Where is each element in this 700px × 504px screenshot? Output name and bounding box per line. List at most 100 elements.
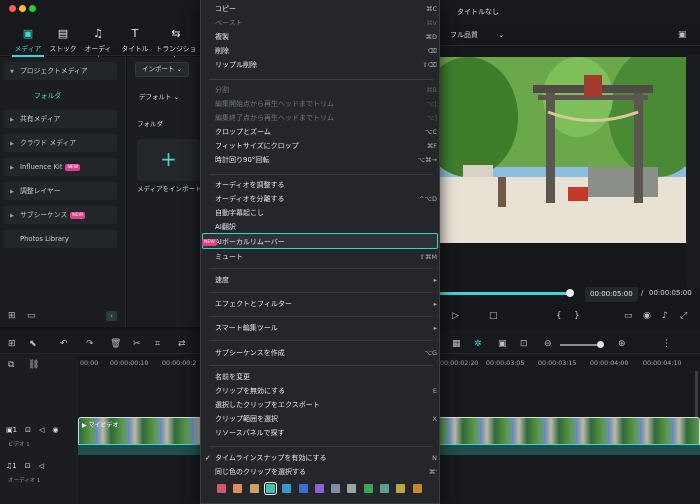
new-folder-icon[interactable]: ⊞	[8, 311, 16, 321]
context-menu-item[interactable]: 編集開始点から再生ヘッドまでトリム ⌥[	[215, 97, 437, 111]
color-swatch[interactable]	[380, 484, 389, 493]
context-menu-item[interactable]: 分割 ⌘B	[215, 83, 437, 97]
sidebar-item-folder[interactable]: フォルダ	[34, 90, 61, 100]
mark-out-icon[interactable]: }	[574, 311, 580, 321]
speaker-icon[interactable]: ◁	[39, 426, 44, 434]
color-swatch[interactable]	[298, 484, 308, 493]
sort-dropdown[interactable]: デフォルト ⌄	[135, 91, 183, 104]
collapse-panel-icon[interactable]: ‹	[106, 311, 117, 321]
import-media-button[interactable]: +	[137, 139, 200, 181]
context-menu-item[interactable]: エフェクトとフィルター ▸	[215, 297, 437, 311]
context-menu-item[interactable]: 複製 ⌘D	[215, 30, 437, 44]
zoom-in-icon[interactable]: ⊕	[618, 339, 626, 349]
context-menu-item[interactable]: 同じ色のクリップを選択する ⌘'	[215, 465, 437, 479]
color-swatch[interactable]	[396, 484, 406, 493]
context-menu-item[interactable]: 自動字幕起こし	[215, 206, 437, 220]
context-menu-item[interactable]: ペースト ⌘V	[215, 16, 437, 30]
context-menu-item[interactable]: 編集終了点から再生ヘッドまでトリム ⌥]	[215, 111, 437, 125]
import-dropdown[interactable]: インポート ⌄	[135, 62, 190, 77]
link-icon[interactable]: ⛓	[28, 360, 39, 370]
context-menu-item[interactable]: クリップ範囲を選択 X	[215, 412, 437, 426]
sidebar-item-project-media[interactable]: ▼ プロジェクトメディア	[4, 62, 117, 80]
audio-icon[interactable]: ♪	[662, 311, 668, 321]
sidebar-item-shared-media[interactable]: ▶ 共有メディア	[4, 110, 117, 128]
context-menu-item[interactable]: リップル削除 ⇧⌫	[215, 58, 437, 72]
context-menu-item[interactable]: NEW AIボーカルリムーバー	[202, 235, 437, 249]
close-window-button[interactable]	[9, 5, 16, 12]
play-icon[interactable]: ▷	[452, 311, 459, 321]
color-swatch[interactable]	[282, 484, 292, 493]
zoom-slider-handle[interactable]	[597, 341, 604, 348]
layout-icon[interactable]: ⊞	[8, 339, 16, 349]
monitor-icon[interactable]: ▭	[624, 311, 633, 321]
cut-icon[interactable]: ✂	[133, 339, 141, 349]
color-swatch[interactable]	[233, 484, 243, 493]
context-menu-item[interactable]: 速度 ▸	[215, 273, 437, 287]
context-menu-item[interactable]: 選択したクリップをエクスポート	[215, 398, 437, 412]
context-menu-item[interactable]: AI翻訳	[215, 220, 437, 234]
select-tool-icon[interactable]: ⬉	[29, 339, 37, 349]
folder-icon[interactable]: ▭	[27, 311, 36, 321]
sidebar-item-influence-kit[interactable]: ▶ Influence Kit NEW	[4, 158, 117, 176]
context-menu-item[interactable]: スマート編集ツール ▸	[215, 321, 437, 335]
context-menu-item[interactable]: コピー ⌘C	[215, 2, 437, 16]
context-menu-item[interactable]: オーディオを調整する	[215, 178, 437, 192]
context-menu-item[interactable]: サブシーケンスを作成 ⌥G	[215, 346, 437, 360]
menu-item-shortcut: ⌘F	[426, 142, 437, 150]
speaker-icon[interactable]: ◁	[39, 462, 44, 470]
snapshot-icon[interactable]: ▣	[678, 30, 687, 40]
color-swatch[interactable]	[314, 484, 324, 493]
marker-icon[interactable]: ▣	[498, 339, 507, 349]
context-menu-item[interactable]: 削除 ⌫	[215, 44, 437, 58]
quality-dropdown[interactable]: フル品質 ⌄	[450, 30, 504, 40]
zoom-out-icon[interactable]: ⊖	[544, 339, 552, 349]
add-track-icon[interactable]: ⧉	[8, 360, 14, 370]
color-swatch[interactable]	[331, 484, 341, 493]
context-menu-item[interactable]: クリップを無効にする E	[215, 384, 437, 398]
fullscreen-icon[interactable]: ⤢	[680, 311, 687, 321]
camera-icon[interactable]: ◉	[643, 311, 651, 321]
sidebar-item-photos-library[interactable]: Photos Library	[4, 230, 117, 248]
undo-icon[interactable]: ↶	[60, 339, 68, 349]
context-menu-item[interactable]: フィットサイズにクロップ ⌘F	[215, 139, 437, 153]
context-menu-item[interactable]: リソースパネルで探す	[215, 426, 437, 440]
color-swatch[interactable]	[347, 484, 357, 493]
menu-item-label: フィットサイズにクロップ	[215, 142, 299, 150]
eye-icon[interactable]: ◉	[52, 426, 58, 434]
tab-title[interactable]: T タイトル	[119, 28, 151, 54]
context-menu-item[interactable]: クロップとズーム ⌥C	[215, 125, 437, 139]
crop-icon[interactable]: ⌗	[155, 339, 160, 349]
color-swatch[interactable]	[249, 484, 259, 493]
lock-icon[interactable]: ⊡	[25, 462, 31, 470]
tab-media[interactable]: ▣ メディア	[12, 28, 44, 54]
render-icon[interactable]: ▦	[452, 339, 461, 349]
timeline-menu-icon[interactable]: ⋮	[662, 339, 671, 349]
tab-stock[interactable]: ▤ ストック	[47, 28, 79, 54]
playhead-handle[interactable]	[566, 289, 574, 297]
sidebar-item-adjustment-layer[interactable]: ▶ 調整レイヤー	[4, 182, 117, 200]
delete-icon[interactable]: 🗑	[110, 339, 121, 349]
context-menu-item[interactable]: ミュート ⇧⌘M	[215, 250, 437, 264]
voiceover-icon[interactable]: ⊡	[520, 339, 528, 349]
redo-icon[interactable]: ↷	[86, 339, 94, 349]
context-menu-item[interactable]: 時計回り90°回転 ⌥⌘→	[215, 153, 437, 167]
lock-icon[interactable]: ⊡	[25, 426, 31, 434]
mark-in-icon[interactable]: {	[556, 311, 562, 321]
color-swatch[interactable]	[363, 484, 373, 493]
zoom-window-button[interactable]	[29, 5, 36, 12]
color-swatch[interactable]	[217, 484, 226, 493]
color-swatch[interactable]	[412, 484, 422, 493]
context-menu-item[interactable]: オーディオを分離する ^⌥D	[215, 192, 437, 206]
stop-icon[interactable]: □	[489, 311, 498, 321]
sidebar-item-cloud-media[interactable]: ▶ クラウド メディア	[4, 134, 117, 152]
zoom-slider[interactable]	[560, 344, 600, 346]
color-swatch[interactable]	[263, 482, 277, 495]
auto-highlight-icon[interactable]: ✲	[474, 339, 482, 349]
sidebar-item-subsequence[interactable]: ▶ サブシーケンス NEW	[4, 206, 117, 224]
context-menu-item[interactable]: 名前を変更	[215, 370, 437, 384]
speed-icon[interactable]: ⇄	[178, 339, 186, 349]
minimize-window-button[interactable]	[19, 5, 26, 12]
context-menu-item[interactable]: ✓ タイムラインスナップを有効にする N	[205, 451, 437, 465]
menu-item-label: エフェクトとフィルター	[215, 300, 292, 308]
ruler-tick: 00:00:03:05	[486, 360, 525, 367]
